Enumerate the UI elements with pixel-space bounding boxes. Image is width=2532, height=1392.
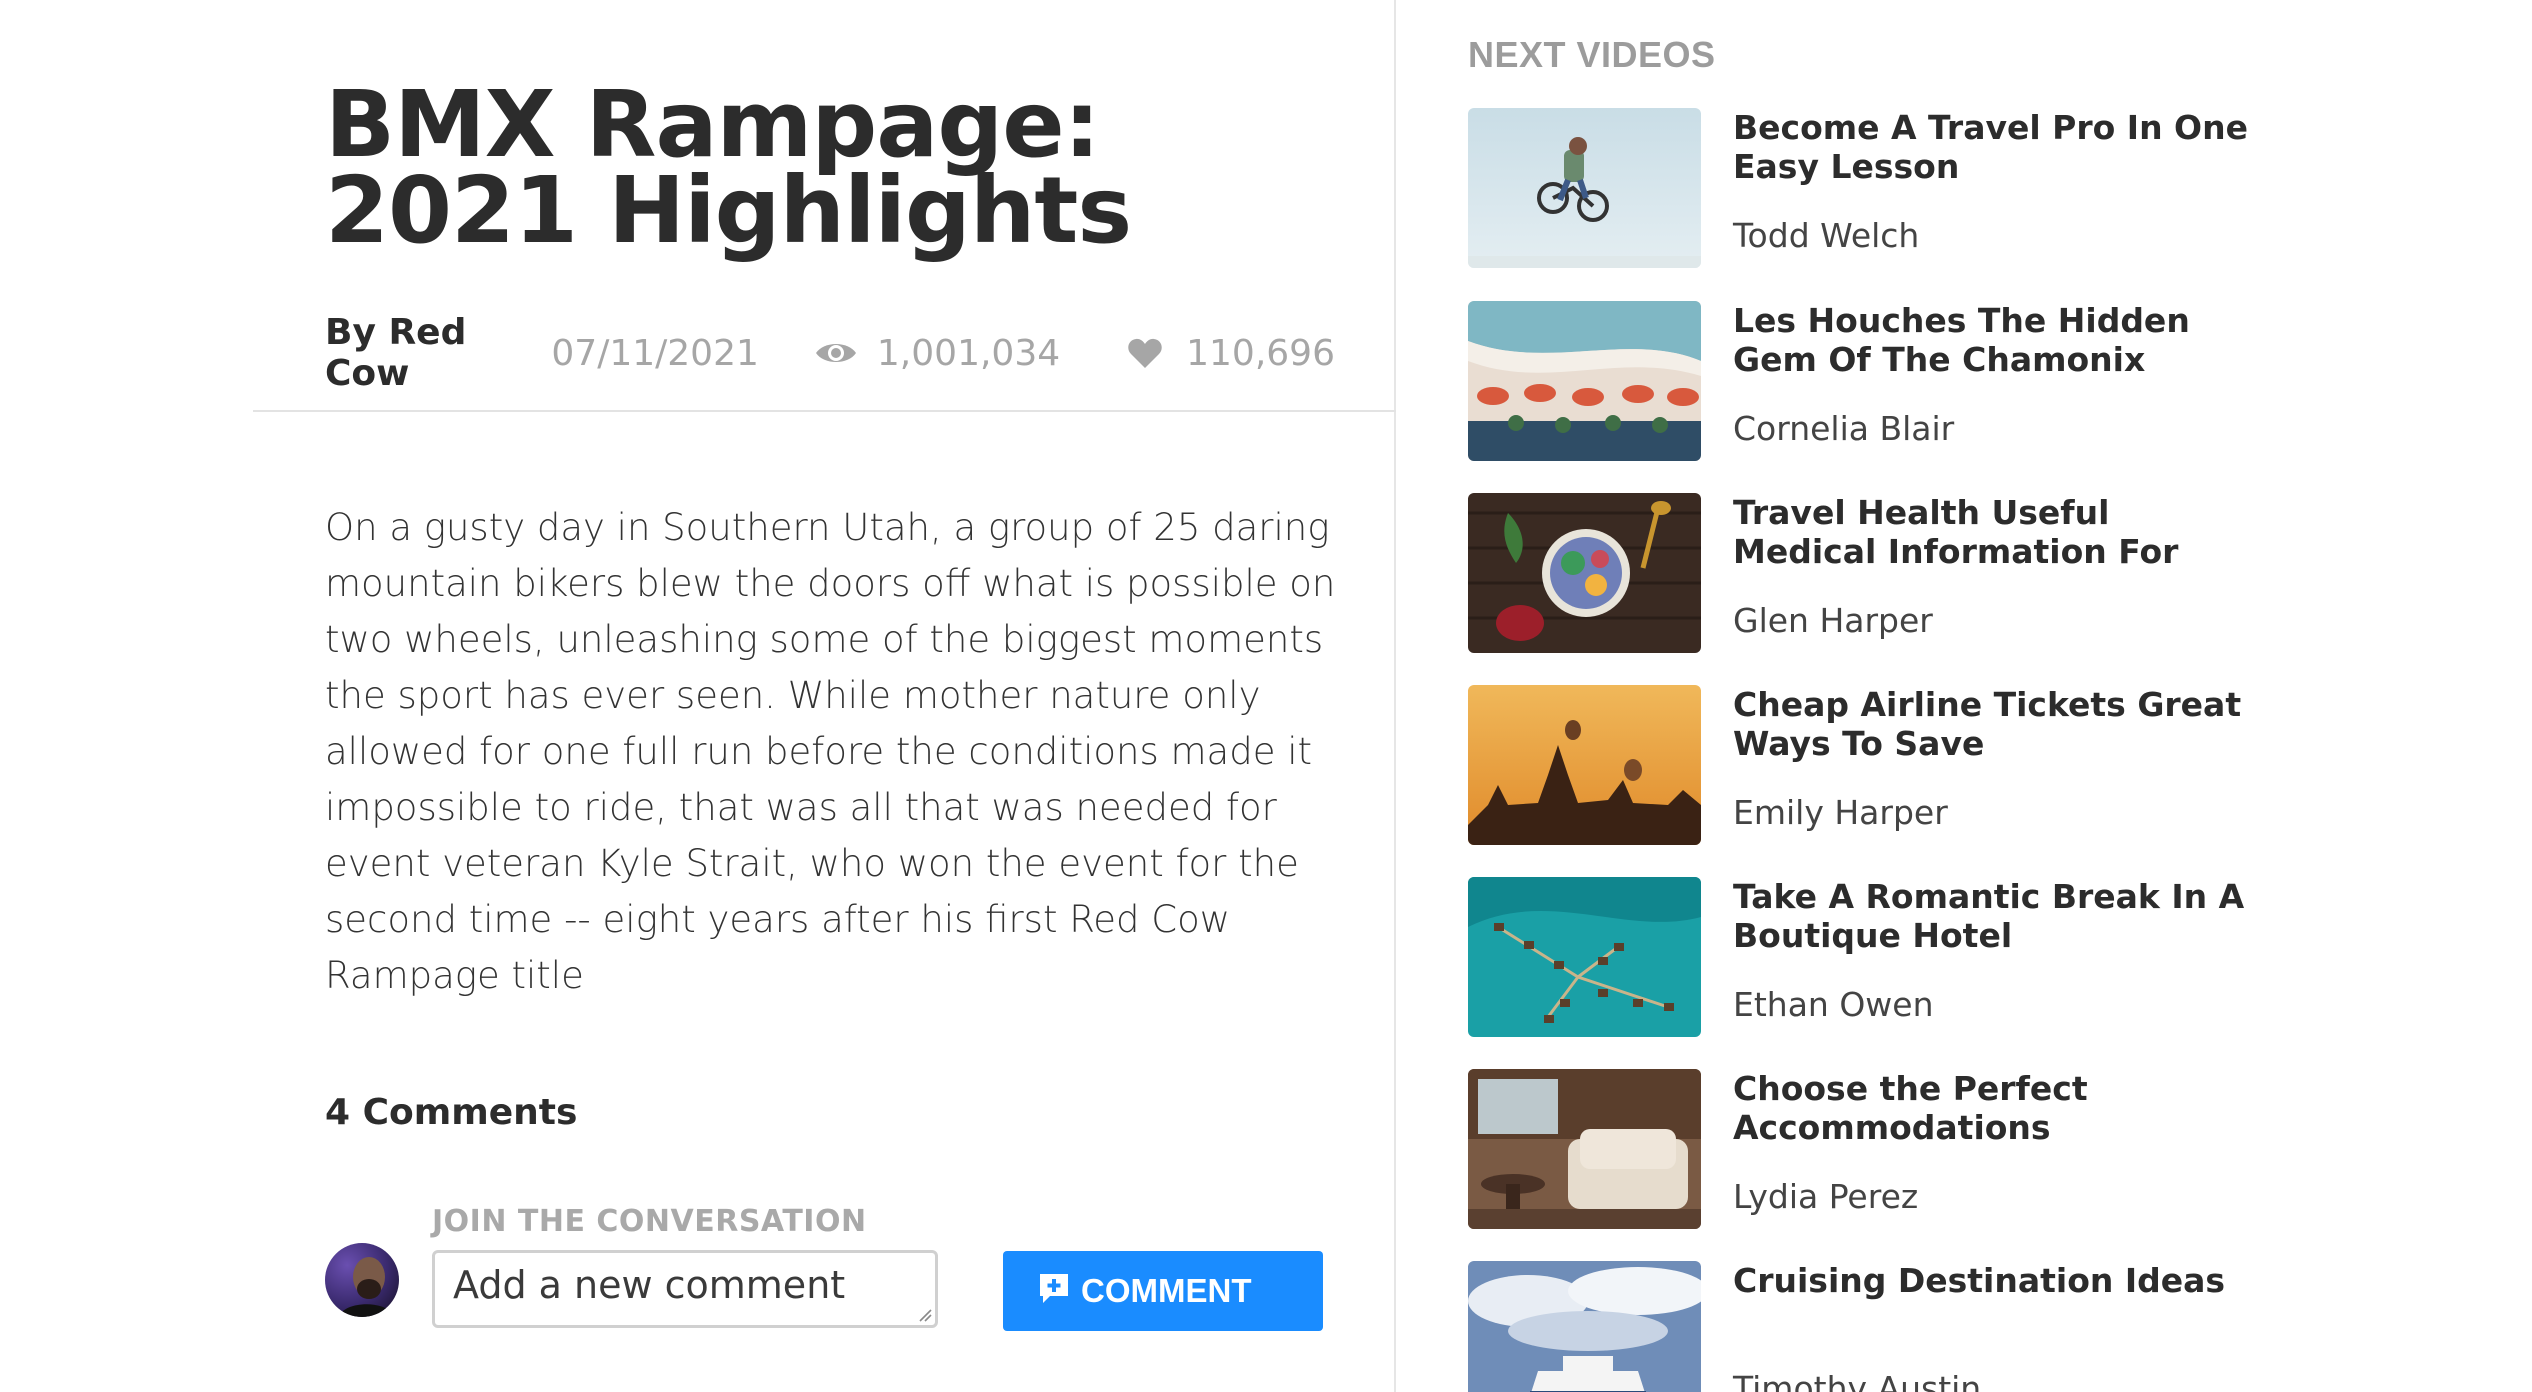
video-author: Todd Welch	[1733, 216, 1920, 255]
video-title[interactable]: Cheap Airline Tickets Great Ways To Save	[1733, 685, 2253, 763]
meta-divider	[253, 410, 1396, 412]
video-item[interactable]: Les Houches The Hidden Gem Of The Chamon…	[1468, 301, 2468, 463]
video-title[interactable]: Choose the Perfect Accommodations	[1733, 1069, 2253, 1147]
author-link[interactable]: By Red Cow	[325, 312, 487, 394]
like-count[interactable]: 110,696	[1122, 333, 1335, 374]
video-author: Emily Harper	[1733, 793, 1948, 832]
view-count: 1,001,034	[813, 333, 1060, 374]
publish-date: 07/11/2021	[551, 332, 759, 374]
video-thumbnail[interactable]	[1468, 877, 1701, 1037]
video-title[interactable]: Take A Romantic Break In A Boutique Hote…	[1733, 877, 2253, 955]
heart-icon[interactable]	[1122, 335, 1168, 371]
video-author: Glen Harper	[1733, 601, 1933, 640]
next-videos-sidebar: NEXT VIDEOS Become A Travel Pro In One E…	[1398, 0, 2532, 1392]
video-title[interactable]: Travel Health Useful Medical Information…	[1733, 493, 2253, 571]
article-meta: By Red Cow 07/11/2021 1,001,034 110,696	[325, 312, 1335, 394]
article-column: BMX Rampage: 2021 Highlights By Red Cow …	[0, 0, 1396, 1392]
comment-button-label: COMMENT	[1081, 1272, 1252, 1309]
video-item[interactable]: Take A Romantic Break In A Boutique Hote…	[1468, 877, 2468, 1039]
video-thumbnail[interactable]	[1468, 1261, 1701, 1392]
video-thumbnail[interactable]	[1468, 1069, 1701, 1229]
add-comment-icon	[1037, 1271, 1071, 1305]
video-title[interactable]: Become A Travel Pro In One Easy Lesson	[1733, 108, 2253, 186]
video-thumbnail[interactable]	[1468, 108, 1701, 268]
video-item[interactable]: Become A Travel Pro In One Easy Lesson T…	[1468, 108, 2468, 270]
page: BMX Rampage: 2021 Highlights By Red Cow …	[0, 0, 2532, 1392]
video-title[interactable]: Cruising Destination Ideas	[1733, 1261, 2253, 1300]
video-author: Ethan Owen	[1733, 985, 1934, 1024]
article-title: BMX Rampage: 2021 Highlights	[325, 71, 1132, 264]
video-thumbnail[interactable]	[1468, 493, 1701, 653]
video-author: Lydia Perez	[1733, 1177, 1919, 1216]
video-item[interactable]: Cheap Airline Tickets Great Ways To Save…	[1468, 685, 2468, 847]
view-count-value: 1,001,034	[876, 332, 1061, 374]
video-thumbnail[interactable]	[1468, 685, 1701, 845]
comment-button[interactable]: COMMENT	[1003, 1251, 1323, 1331]
video-author: Cornelia Blair	[1733, 409, 1955, 448]
video-item[interactable]: Choose the Perfect Accommodations Lydia …	[1468, 1069, 2468, 1231]
video-thumbnail[interactable]	[1468, 301, 1701, 461]
join-conversation-label: JOIN THE CONVERSATION	[432, 1204, 867, 1239]
eye-icon	[813, 335, 859, 371]
avatar	[325, 1243, 399, 1317]
new-comment-input[interactable]	[432, 1250, 938, 1328]
video-item[interactable]: Cruising Destination Ideas Timothy Austi…	[1468, 1261, 2468, 1392]
like-count-value: 110,696	[1186, 332, 1335, 374]
video-title[interactable]: Les Houches The Hidden Gem Of The Chamon…	[1733, 301, 2253, 379]
video-author: Timothy Austin	[1733, 1369, 1982, 1392]
video-item[interactable]: Travel Health Useful Medical Information…	[1468, 493, 2468, 655]
next-videos-heading: NEXT VIDEOS	[1468, 34, 1716, 75]
article-body: On a gusty day in Southern Utah, a group…	[325, 506, 1336, 997]
comments-count-heading: 4 Comments	[325, 1092, 578, 1133]
resize-grip-icon[interactable]	[918, 1308, 932, 1322]
